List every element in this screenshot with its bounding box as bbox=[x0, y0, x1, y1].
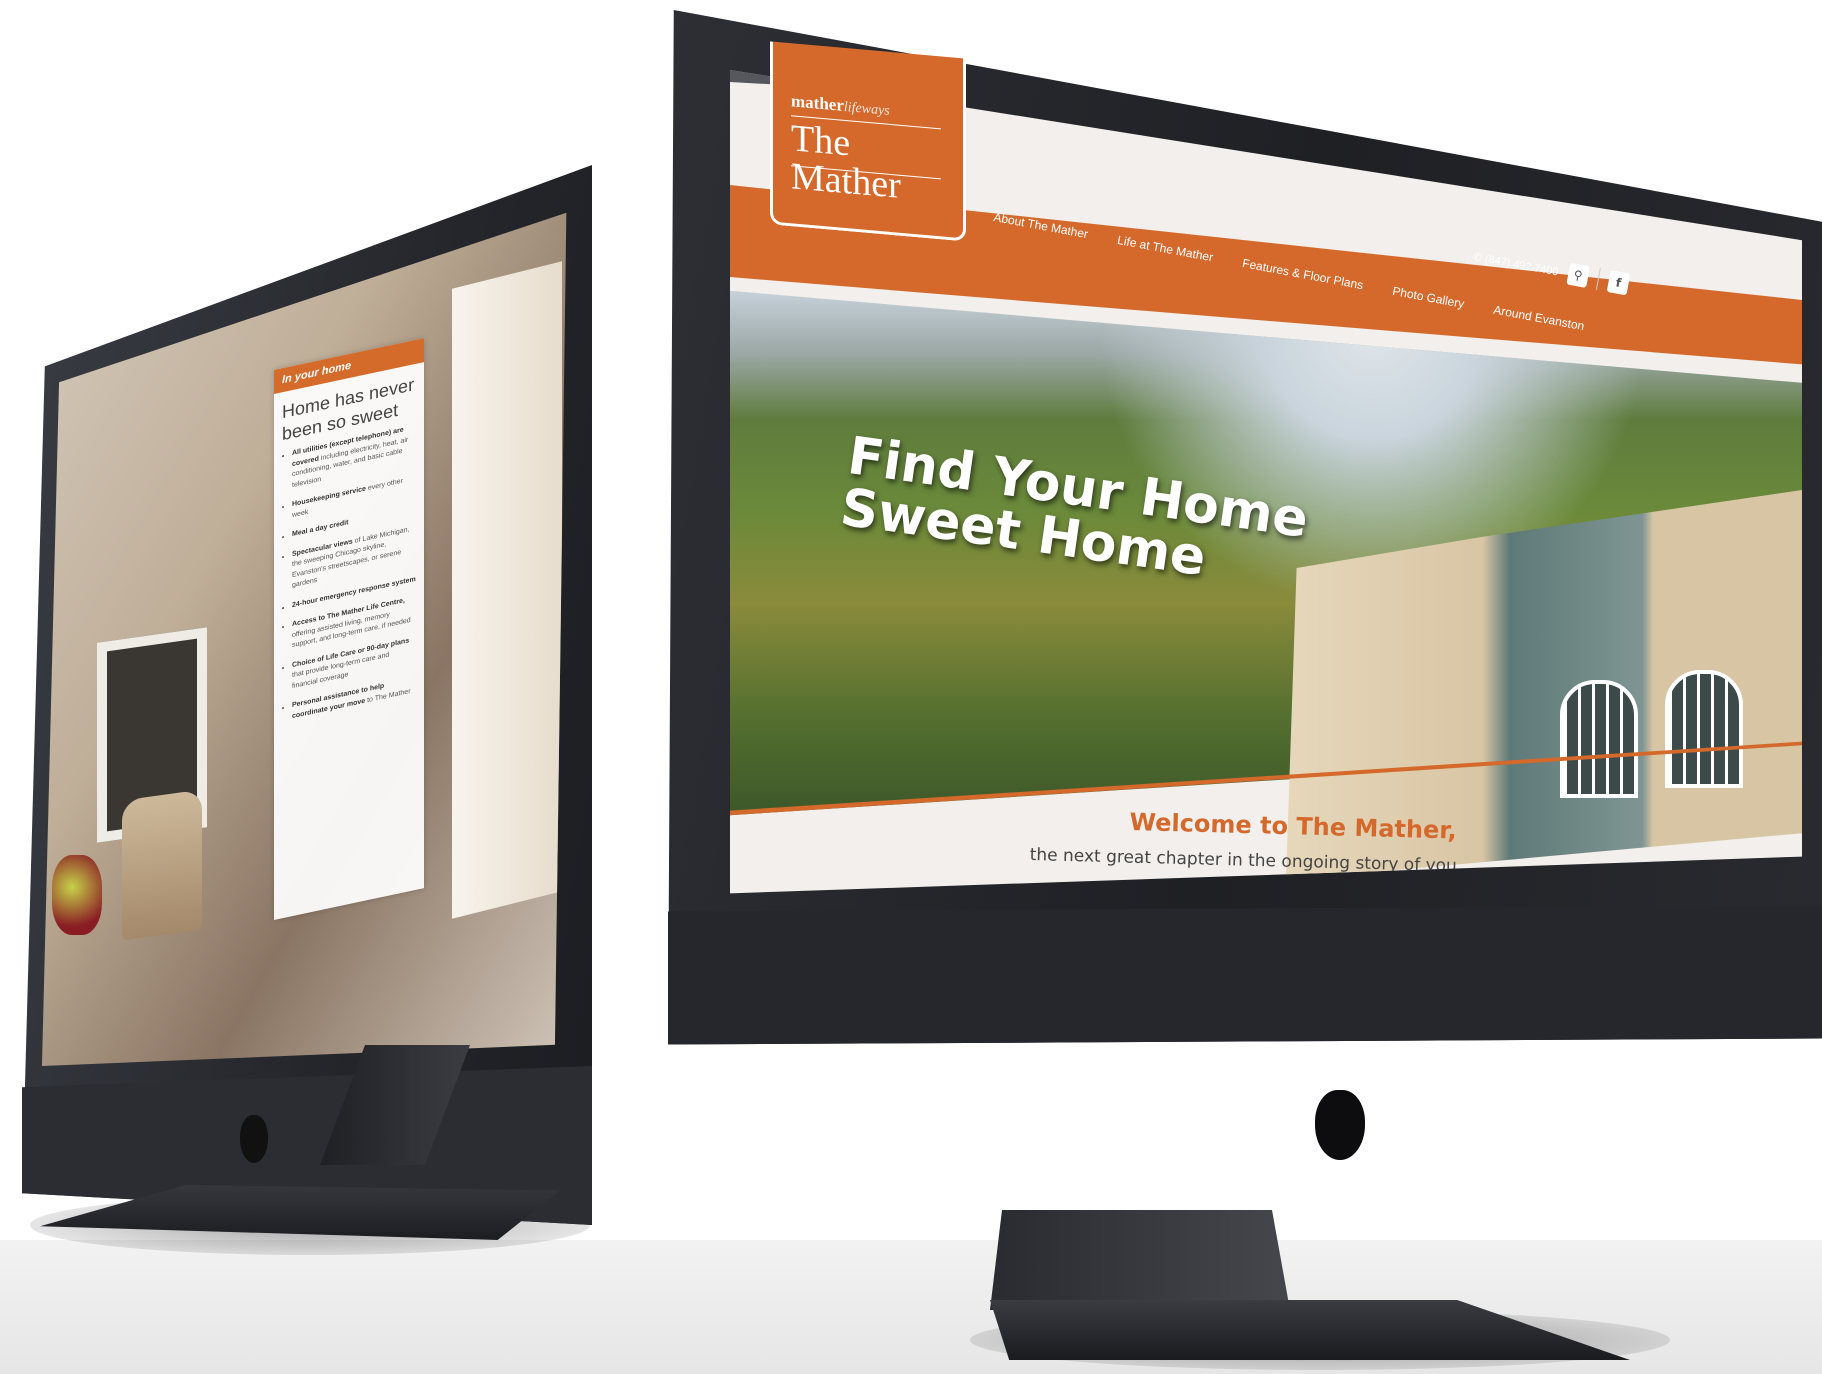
left-monitor: In your home Home has never been so swee… bbox=[22, 165, 592, 1225]
facebook-icon[interactable]: f bbox=[1606, 270, 1631, 296]
right-monitor-screen: Find Your Home Sweet Home About The Math… bbox=[730, 41, 1802, 990]
utility-divider bbox=[1595, 268, 1601, 290]
search-icon[interactable]: ⚲ bbox=[1566, 262, 1590, 288]
logo-name: The Mather bbox=[791, 117, 901, 207]
features-list: All utilities (except telephone) are cov… bbox=[274, 421, 424, 726]
room-window bbox=[452, 261, 562, 919]
apple-logo-icon bbox=[240, 1115, 268, 1163]
arched-window bbox=[1665, 670, 1743, 788]
room-chair bbox=[122, 789, 202, 941]
features-card: In your home Home has never been so swee… bbox=[274, 338, 424, 920]
right-monitor-stand bbox=[990, 1210, 1290, 1310]
apple-logo-icon bbox=[1315, 1090, 1365, 1160]
fruit-bowl bbox=[52, 855, 102, 935]
site-logo[interactable]: matherlifeways The Mather bbox=[770, 41, 966, 242]
arched-window bbox=[1560, 680, 1638, 798]
